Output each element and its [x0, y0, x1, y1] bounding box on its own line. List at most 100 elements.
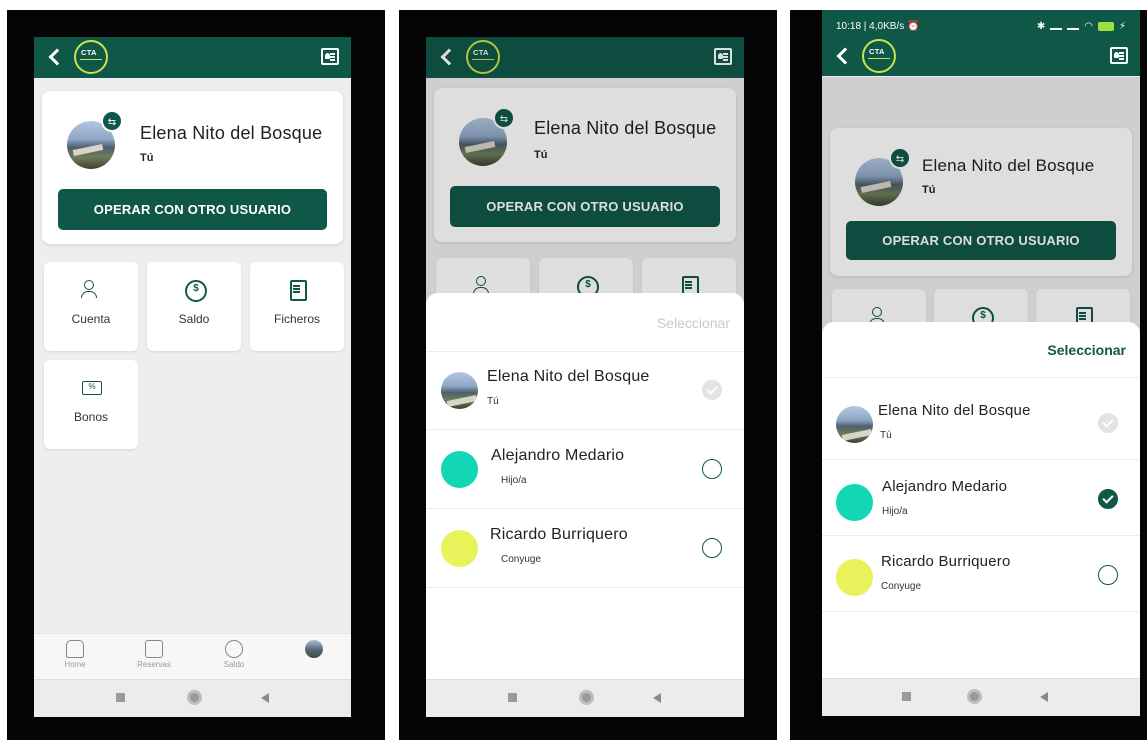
alarm-icon: ⏰	[906, 20, 920, 32]
home-button-icon[interactable]	[579, 690, 594, 705]
recents-icon[interactable]	[508, 693, 517, 702]
back-nav-icon[interactable]	[261, 693, 269, 703]
home-screen: CTA ⇆ Elena Nito del Bosque Tú OPERAR CO…	[34, 37, 351, 717]
document-icon	[287, 280, 307, 301]
system-nav-bar	[426, 679, 744, 717]
radio-unchecked-icon[interactable]	[702, 459, 722, 479]
ticket-icon	[81, 378, 102, 398]
status-time-text: 10:18 | 4,0KB/s	[836, 20, 905, 32]
nav-home[interactable]: Home	[45, 640, 105, 669]
selector-screen-dimmed: CTA ⇆ Elena Nito del Bosque Tú OPERAR CO…	[426, 37, 744, 717]
recents-icon[interactable]	[116, 693, 125, 702]
tile-label: Cuenta	[71, 312, 111, 326]
logo-text: CTA	[81, 48, 97, 57]
tile-cuenta[interactable]: Cuenta	[44, 262, 138, 351]
bottom-nav: Home Reservas Saldo	[34, 633, 351, 679]
tile-saldo[interactable]: Saldo	[147, 262, 241, 351]
phone-frame-1: CTA ⇆ Elena Nito del Bosque Tú OPERAR CO…	[7, 10, 385, 740]
phone-frame-2: CTA ⇆ Elena Nito del Bosque Tú OPERAR CO…	[399, 10, 777, 740]
row-name: Elena Nito del Bosque	[878, 402, 1031, 419]
nav-profile[interactable]	[284, 640, 344, 658]
tile-label: Ficheros	[273, 312, 320, 326]
home-button-icon[interactable]	[967, 689, 982, 704]
id-card-icon[interactable]	[1110, 47, 1128, 64]
row-relation: Hijo/a	[501, 475, 527, 486]
charging-icon: ⚡	[1118, 20, 1126, 32]
status-bar: 10:18 | 4,0KB/s ⏰ ✱ ◠ ⚡	[822, 10, 1140, 36]
row-relation: Conyuge	[501, 554, 542, 565]
tile-ficheros[interactable]: Ficheros	[250, 262, 344, 351]
swap-user-icon[interactable]: ⇆	[101, 110, 123, 132]
user-avatar	[836, 484, 873, 521]
back-nav-icon[interactable]	[653, 693, 661, 703]
selector-screen-selected: 10:18 | 4,0KB/s ⏰ ✱ ◠ ⚡ CTA ⇆ Elena Nito…	[822, 10, 1140, 716]
user-select-sheet: Seleccionar Elena Nito del Bosque Tú Ale…	[822, 322, 1140, 716]
row-relation: Hijo/a	[882, 506, 908, 517]
app-header: CTA	[822, 36, 1140, 76]
checked-disabled-icon	[1098, 413, 1118, 433]
operate-other-user-button[interactable]: OPERAR CON OTRO USUARIO	[58, 189, 327, 230]
nav-label: Home	[64, 660, 86, 669]
logo-text: CTA	[869, 47, 885, 56]
radio-checked-icon[interactable]	[1098, 489, 1118, 509]
id-card-icon[interactable]	[321, 48, 339, 65]
logo-underline	[868, 58, 890, 64]
row-name: Ricardo Burriquero	[490, 526, 628, 543]
signal-icon	[1067, 22, 1080, 30]
user-row-ricardo[interactable]: Ricardo Burriquero Conyuge	[426, 510, 744, 588]
signal-icon	[1050, 22, 1063, 30]
tile-label: Bonos	[73, 410, 109, 424]
radio-unchecked-icon[interactable]	[1098, 565, 1118, 585]
phone-frame-3: 10:18 | 4,0KB/s ⏰ ✱ ◠ ⚡ CTA ⇆ Elena Nito…	[790, 10, 1147, 740]
calendar-icon	[145, 640, 163, 658]
system-nav-bar	[34, 679, 351, 717]
select-button[interactable]: Seleccionar	[1047, 342, 1126, 358]
checked-disabled-icon	[702, 380, 722, 400]
back-nav-icon[interactable]	[1040, 692, 1048, 702]
cta-logo: CTA	[74, 40, 108, 74]
home-icon	[66, 640, 84, 658]
user-avatar	[836, 559, 873, 596]
row-name: Ricardo Burriquero	[881, 553, 1011, 570]
app-header: CTA	[34, 37, 351, 78]
user-row-alejandro[interactable]: Alejandro Medario Hijo/a	[822, 460, 1140, 536]
user-row-ricardo[interactable]: Ricardo Burriquero Conyuge	[822, 536, 1140, 612]
user-avatar	[836, 406, 873, 443]
system-nav-bar	[822, 678, 1140, 716]
nav-saldo[interactable]: Saldo	[204, 640, 264, 669]
bluetooth-icon: ✱	[1036, 20, 1046, 32]
sheet-divider	[822, 377, 1140, 378]
row-relation: Tú	[880, 430, 892, 441]
wifi-icon: ◠	[1084, 20, 1093, 32]
status-icons: ✱ ◠ ⚡	[1037, 21, 1126, 32]
tile-bonos[interactable]: Bonos	[44, 360, 138, 449]
radio-unchecked-icon[interactable]	[702, 538, 722, 558]
nav-label: Saldo	[223, 660, 245, 669]
back-icon[interactable]	[834, 46, 852, 66]
cta-logo: CTA	[862, 39, 896, 73]
coin-icon	[225, 640, 243, 658]
row-relation: Conyuge	[881, 581, 922, 592]
coin-icon	[184, 280, 207, 302]
back-icon[interactable]	[46, 47, 64, 67]
select-button[interactable]: Seleccionar	[657, 315, 730, 331]
user-avatar	[441, 451, 478, 488]
nav-reservas[interactable]: Reservas	[124, 640, 184, 669]
tile-label: Saldo	[178, 312, 210, 326]
profile-card: ⇆ Elena Nito del Bosque Tú OPERAR CON OT…	[42, 91, 343, 244]
recents-icon[interactable]	[902, 692, 911, 701]
user-row-alejandro[interactable]: Alejandro Medario Hijo/a	[426, 431, 744, 509]
user-row-elena[interactable]: Elena Nito del Bosque Tú	[822, 384, 1140, 460]
nav-label: Reservas	[137, 660, 171, 669]
row-name: Elena Nito del Bosque	[487, 368, 650, 385]
home-button-icon[interactable]	[187, 690, 202, 705]
user-list-icon	[81, 280, 101, 300]
logo-underline	[80, 59, 102, 65]
row-relation: Tú	[487, 396, 499, 407]
status-time: 10:18 | 4,0KB/s ⏰	[836, 21, 919, 32]
user-select-sheet: Seleccionar Elena Nito del Bosque Tú Ale…	[426, 293, 744, 717]
user-avatar	[441, 372, 478, 409]
user-row-elena[interactable]: Elena Nito del Bosque Tú	[426, 352, 744, 430]
row-name: Alejandro Medario	[882, 478, 1008, 495]
profile-relation: Tú	[140, 152, 154, 164]
